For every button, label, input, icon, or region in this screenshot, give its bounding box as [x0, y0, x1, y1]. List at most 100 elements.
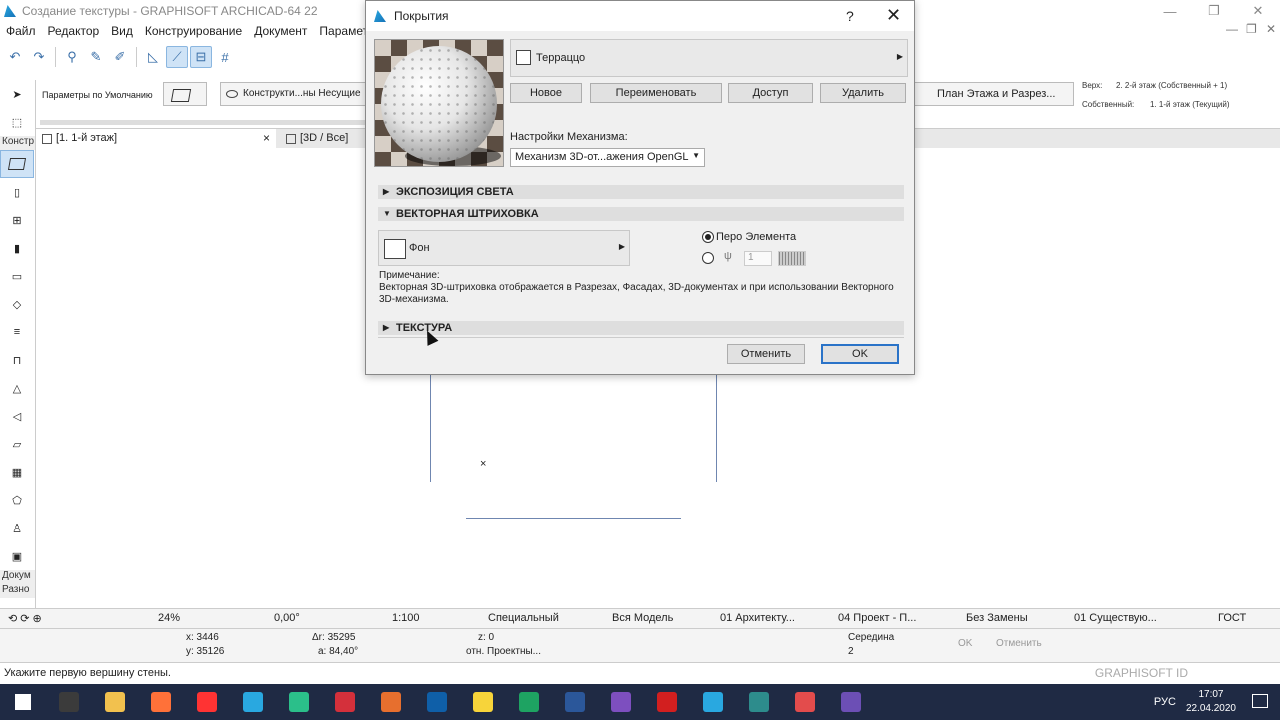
windows-start-icon[interactable]	[0, 684, 46, 720]
standard-value[interactable]: ГОСТ	[1218, 612, 1246, 624]
calculator-icon[interactable]	[46, 684, 92, 720]
file-explorer-icon[interactable]	[92, 684, 138, 720]
object-tool-icon[interactable]: ♙	[0, 514, 34, 542]
tab-3d[interactable]: [3D / Все]	[280, 129, 354, 149]
rename-button[interactable]: Переименовать	[590, 83, 722, 103]
sticky-notes-icon[interactable]	[460, 684, 506, 720]
slab-tool-icon[interactable]: ◇	[0, 290, 34, 318]
yandex-icon[interactable]	[184, 684, 230, 720]
menu-design[interactable]: Конструирование	[139, 24, 248, 38]
section-texture[interactable]: ▶ ТЕКСТУРА	[378, 321, 904, 335]
pen-set-value[interactable]: 01 Архитекту...	[720, 612, 795, 624]
app-green-icon[interactable]	[506, 684, 552, 720]
top-value[interactable]: 2. 2-й этаж (Собственный + 1)	[1116, 76, 1236, 95]
clock[interactable]: 17:07 22.04.2020	[1186, 688, 1236, 716]
menu-document[interactable]: Документ	[248, 24, 313, 38]
tab-floor-plan[interactable]: [1. 1-й этаж] ×	[36, 129, 276, 149]
zoom-icons[interactable]: ⟲ ⟳ ⊕	[8, 612, 42, 625]
cancel-button[interactable]: Отменить	[727, 344, 805, 364]
own-value[interactable]: 1. 1-й этаж (Текущий)	[1150, 95, 1270, 114]
doc-close-button[interactable]: ✕	[1260, 22, 1280, 36]
background-fill-selector[interactable]: Фон ▶	[378, 230, 630, 266]
snap-mode[interactable]: Середина	[848, 632, 894, 643]
infobox-scrollbar[interactable]	[40, 120, 370, 125]
menu-file[interactable]: Файл	[0, 24, 42, 38]
zone-tool-icon[interactable]: ▣	[0, 542, 34, 570]
coord-ok-button[interactable]: OK	[958, 638, 972, 649]
guide-icon[interactable]: ◺	[142, 46, 164, 68]
eyedropper-icon[interactable]: ✎	[85, 46, 107, 68]
plan-type-value[interactable]: 04 Проект - П...	[838, 612, 916, 624]
doc-restore-button[interactable]: ❐	[1240, 22, 1260, 36]
roof-tool-icon[interactable]: △	[0, 374, 34, 402]
angle-value[interactable]: 0,00°	[274, 612, 300, 624]
photoshop-icon[interactable]	[414, 684, 460, 720]
notification-icon[interactable]	[1252, 694, 1268, 708]
grid-icon[interactable]: #	[214, 46, 236, 68]
railing-tool-icon[interactable]: ⊓	[0, 346, 34, 374]
morph-tool-icon[interactable]: ⬠	[0, 486, 34, 514]
help-button[interactable]: ?	[846, 8, 854, 24]
snap-points-icon[interactable]: ⊟	[190, 46, 212, 68]
floor-plan-section-selector[interactable]: План Этажа и Разрез...	[914, 82, 1074, 106]
pen-color-swatch[interactable]	[778, 251, 806, 266]
model-value[interactable]: Вся Модель	[612, 612, 673, 624]
tab-close-icon[interactable]: ×	[263, 131, 270, 145]
shell-tool-icon[interactable]: ◁	[0, 402, 34, 430]
surface-selector[interactable]: Терраццо ▶	[510, 39, 908, 77]
app-eye-icon[interactable]	[368, 684, 414, 720]
wall-geometry-icon[interactable]	[163, 82, 207, 106]
custom-pen-radio[interactable]	[702, 252, 714, 264]
section-vector-hatching[interactable]: ▼ ВЕКТОРНАЯ ШТРИХОВКА	[378, 207, 904, 221]
beam-tool-icon[interactable]: ▭	[0, 262, 34, 290]
stair-tool-icon[interactable]: ≡	[0, 318, 34, 346]
section-light-exposure[interactable]: ▶ ЭКСПОЗИЦИЯ СВЕТА	[378, 185, 904, 199]
scale-value[interactable]: 1:100	[392, 612, 420, 624]
archicad-2-icon[interactable]	[690, 684, 736, 720]
mesh-tool-icon[interactable]: ▱	[0, 430, 34, 458]
new-button[interactable]: Новое	[510, 83, 582, 103]
pen-number-field[interactable]: 1	[744, 251, 772, 266]
autocad-icon[interactable]	[322, 684, 368, 720]
ok-button[interactable]: OK	[821, 344, 899, 364]
undo-icon[interactable]: ↶	[4, 46, 26, 68]
app-3-icon[interactable]	[276, 684, 322, 720]
app-chart-icon[interactable]	[782, 684, 828, 720]
engine-dropdown[interactable]: Механизм 3D-от...ажения OpenGL ▼	[510, 148, 705, 167]
viber-icon[interactable]	[598, 684, 644, 720]
curtain-wall-tool-icon[interactable]: ▦	[0, 458, 34, 486]
language-indicator[interactable]: РУС	[1154, 696, 1176, 708]
window-tool-icon[interactable]: ⊞	[0, 206, 34, 234]
syringe-icon[interactable]: ✐	[109, 46, 131, 68]
column-tool-icon[interactable]: ▮	[0, 234, 34, 262]
graphisoft-id-label[interactable]: GRAPHISOFT ID	[1095, 666, 1188, 680]
doc-minimize-button[interactable]: —	[1220, 22, 1240, 36]
arrow-tool-icon[interactable]: ➤	[0, 80, 34, 108]
renovation-value[interactable]: 01 Существую...	[1074, 612, 1157, 624]
menu-view[interactable]: Вид	[105, 24, 139, 38]
door-tool-icon[interactable]: ▯	[0, 178, 34, 206]
layer-selector[interactable]: Конструкти...ны Несущие	[220, 82, 368, 106]
firefox-icon[interactable]	[138, 684, 184, 720]
close-window-button[interactable]: ✕	[1236, 0, 1280, 22]
coord-cancel-button[interactable]: Отменить	[996, 638, 1042, 649]
delete-button[interactable]: Удалить	[820, 83, 906, 103]
menu-edit[interactable]: Редактор	[42, 24, 106, 38]
wall-tool-icon[interactable]	[0, 150, 34, 178]
dialog-close-button[interactable]: ✕	[886, 5, 901, 26]
element-pen-radio[interactable]	[702, 231, 714, 243]
acrobat-icon[interactable]	[644, 684, 690, 720]
coord-reference[interactable]: отн. Проектны...	[466, 646, 541, 657]
snap-guides-icon[interactable]: ⟋	[166, 46, 188, 68]
marquee-tool-icon[interactable]: ⬚	[0, 108, 34, 136]
zoom-value[interactable]: 24%	[158, 612, 180, 624]
archicad-icon[interactable]	[230, 684, 276, 720]
display-value[interactable]: Специальный	[488, 612, 559, 624]
access-button[interactable]: Доступ	[728, 83, 813, 103]
minimize-button[interactable]: —	[1148, 0, 1192, 22]
redo-icon[interactable]: ↷	[28, 46, 50, 68]
find-select-icon[interactable]: ⚲	[61, 46, 83, 68]
word-icon[interactable]	[552, 684, 598, 720]
maximize-button[interactable]: ❐	[1192, 0, 1236, 22]
app-monitor-icon[interactable]	[736, 684, 782, 720]
